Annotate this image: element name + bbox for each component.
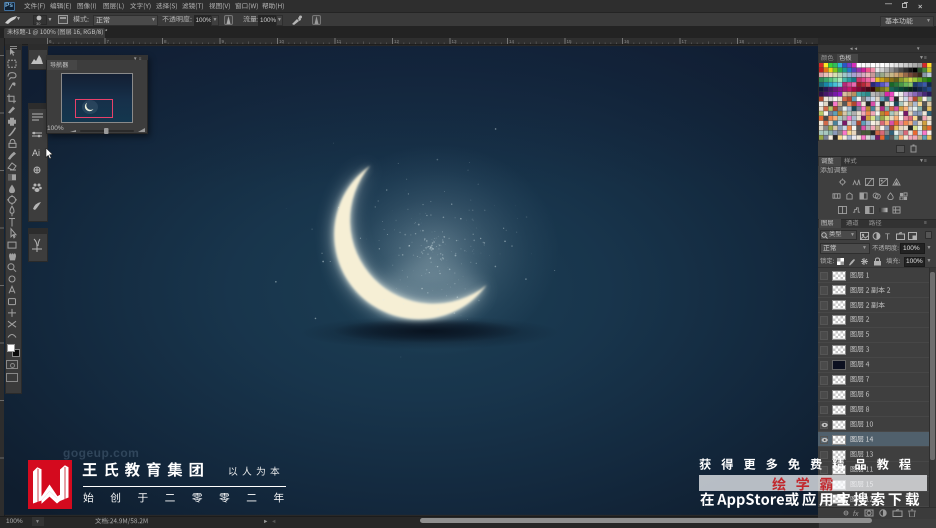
svg-text:16: 16 [624,39,630,44]
svg-text:14: 14 [509,39,515,44]
svg-text:13: 13 [452,39,458,44]
svg-text:17: 17 [682,39,688,44]
svg-text:Ai: Ai [32,148,40,158]
svg-text:18: 18 [739,39,745,44]
svg-text:9: 9 [222,39,225,44]
svg-text:6: 6 [49,39,52,44]
svg-text:7: 7 [107,39,110,44]
svg-text:10: 10 [279,39,285,44]
svg-text:12: 12 [394,39,400,44]
svg-text:19: 19 [797,39,803,44]
svg-text:11: 11 [337,39,342,44]
svg-text:T: T [885,232,890,240]
svg-text:8: 8 [164,39,167,44]
svg-text:15: 15 [567,39,573,44]
